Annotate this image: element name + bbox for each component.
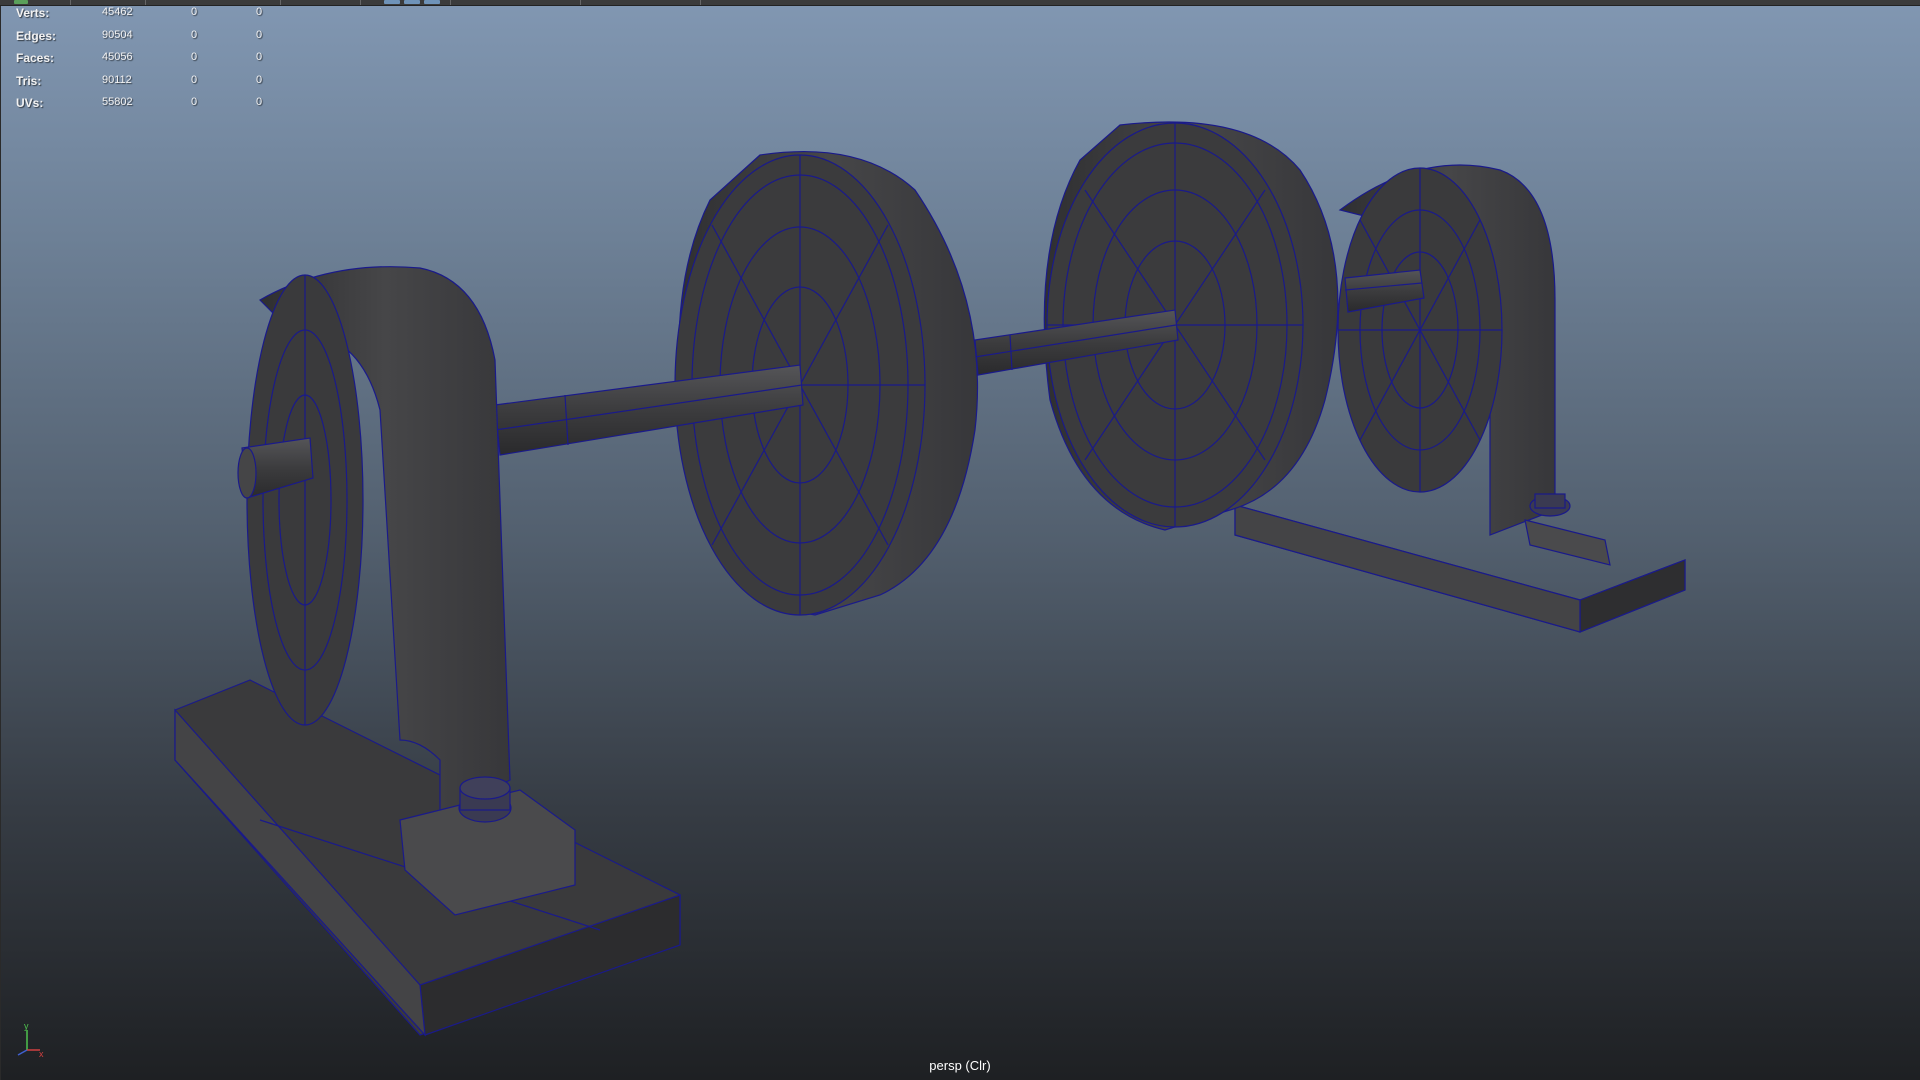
camera-name-label: persp (Clr) [929, 1058, 991, 1073]
z-axis-line [17, 1049, 28, 1056]
axis-gizmo: y x [17, 1022, 44, 1058]
y-axis-label: y [24, 1022, 29, 1031]
left-pillow-block[interactable] [174, 266, 681, 1037]
viewport-3d-scene[interactable] [0, 0, 1920, 1080]
x-axis-label: x [39, 1049, 44, 1058]
